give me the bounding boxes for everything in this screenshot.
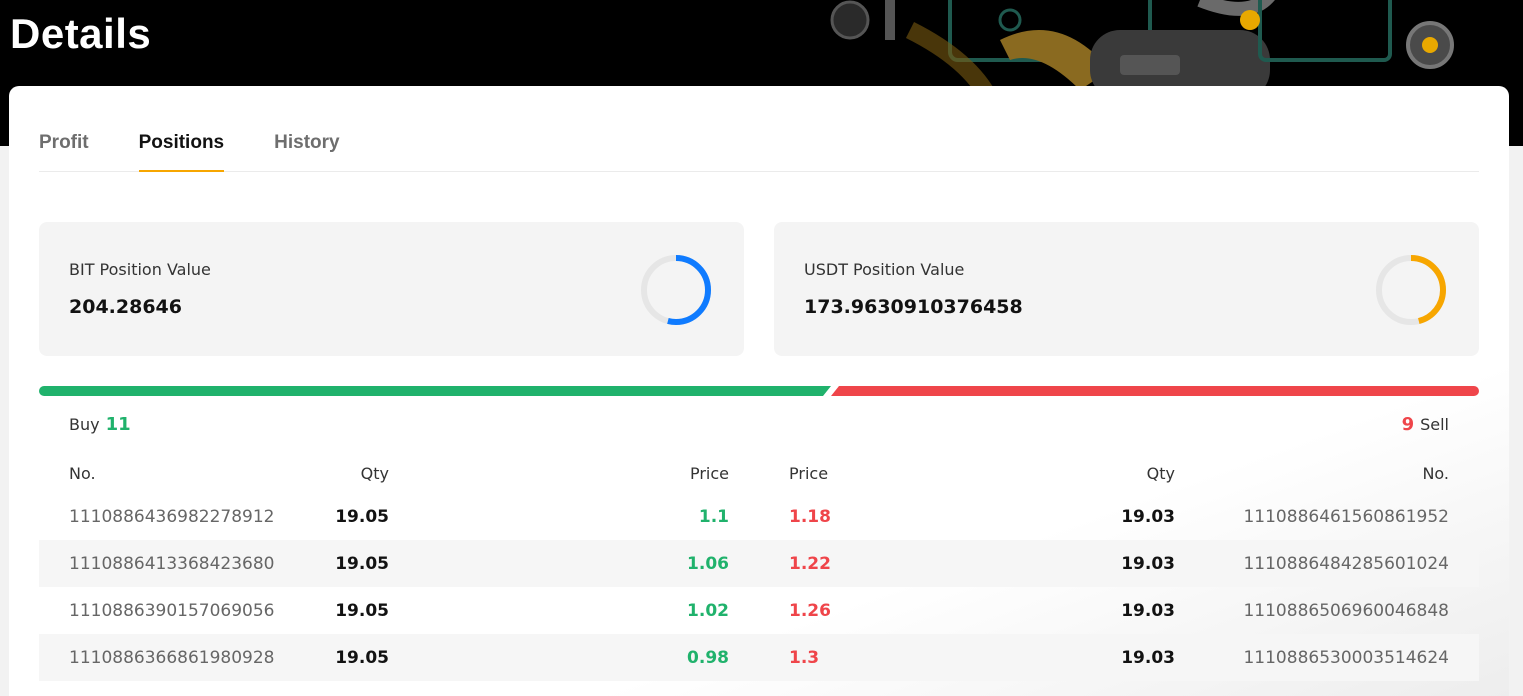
buy-qty: 19.05 [335, 553, 389, 574]
sell-qty: 19.03 [1121, 647, 1175, 668]
header-buy-price: Price [689, 463, 729, 483]
bit-donut-chart [641, 255, 711, 325]
buy-order-no: 1110886366861980928 [69, 647, 275, 668]
header-sell-qty: Qty [1146, 463, 1175, 483]
buy-price: 0.98 [687, 647, 729, 668]
buy-count: Buy 11 [69, 414, 137, 435]
sell-count-value: 9 [1401, 414, 1415, 435]
details-card: Profit Positions History BIT Position Va… [9, 86, 1509, 696]
tab-bar: Profit Positions History [39, 126, 1479, 172]
table-row: 1110886390157069056 19.05 1.02 1.26 19.0… [39, 587, 1479, 634]
sell-price: 1.22 [789, 553, 831, 574]
usdt-donut-chart [1376, 255, 1446, 325]
sell-qty: 19.03 [1121, 506, 1175, 527]
sell-order-no: 1110886530003514624 [1243, 647, 1449, 668]
buy-order-no: 1110886413368423680 [69, 553, 275, 574]
bit-position-label: BIT Position Value [69, 260, 211, 279]
sell-price: 1.26 [789, 600, 831, 621]
buy-qty: 19.05 [335, 506, 389, 527]
header-buy-no: No. [69, 463, 96, 483]
header-buy-qty: Qty [360, 463, 389, 483]
buy-label: Buy [69, 415, 100, 434]
usdt-position-value: 173.9630910376458 [804, 296, 1023, 318]
header-sell-no: No. [1422, 463, 1449, 483]
bit-position-card: BIT Position Value 204.28646 [39, 222, 744, 356]
buy-ratio-bar [39, 386, 831, 396]
sell-price: 1.3 [789, 647, 820, 668]
sell-order-no: 1110886461560861952 [1243, 506, 1449, 527]
buy-price: 1.02 [687, 600, 729, 621]
buy-qty: 19.05 [335, 647, 389, 668]
table-row: 1110886436982278912 19.05 1.1 1.18 19.03… [39, 493, 1479, 540]
sell-label: Sell [1420, 415, 1449, 434]
sell-qty: 19.03 [1121, 600, 1175, 621]
header-sell-price: Price [789, 463, 829, 483]
sell-price: 1.18 [789, 506, 831, 527]
tab-positions[interactable]: Positions [138, 126, 225, 172]
sell-order-no: 1110886484285601024 [1243, 553, 1449, 574]
sell-order-no: 1110886506960046848 [1243, 600, 1449, 621]
buy-price: 1.1 [698, 506, 729, 527]
buy-count-value: 11 [105, 414, 131, 435]
usdt-position-card: USDT Position Value 173.9630910376458 [774, 222, 1479, 356]
table-row: 1110886413368423680 19.05 1.06 1.22 19.0… [39, 540, 1479, 587]
sell-qty: 19.03 [1121, 553, 1175, 574]
bit-position-value: 204.28646 [69, 296, 182, 318]
page-title: Details [10, 10, 152, 57]
buy-order-no: 1110886436982278912 [69, 506, 275, 527]
table-row: 1110886366861980928 19.05 0.98 1.3 19.03… [39, 634, 1479, 681]
tab-profit[interactable]: Profit [39, 126, 89, 172]
usdt-position-label: USDT Position Value [804, 260, 965, 279]
tab-history[interactable]: History [274, 126, 339, 172]
positions-table-header: No. Qty Price Price Qty No. [39, 458, 1479, 488]
buy-order-no: 1110886390157069056 [69, 600, 275, 621]
buy-qty: 19.05 [335, 600, 389, 621]
sell-count: 9 Sell [1396, 414, 1449, 435]
buy-price: 1.06 [687, 553, 729, 574]
sell-ratio-bar [831, 386, 1479, 396]
